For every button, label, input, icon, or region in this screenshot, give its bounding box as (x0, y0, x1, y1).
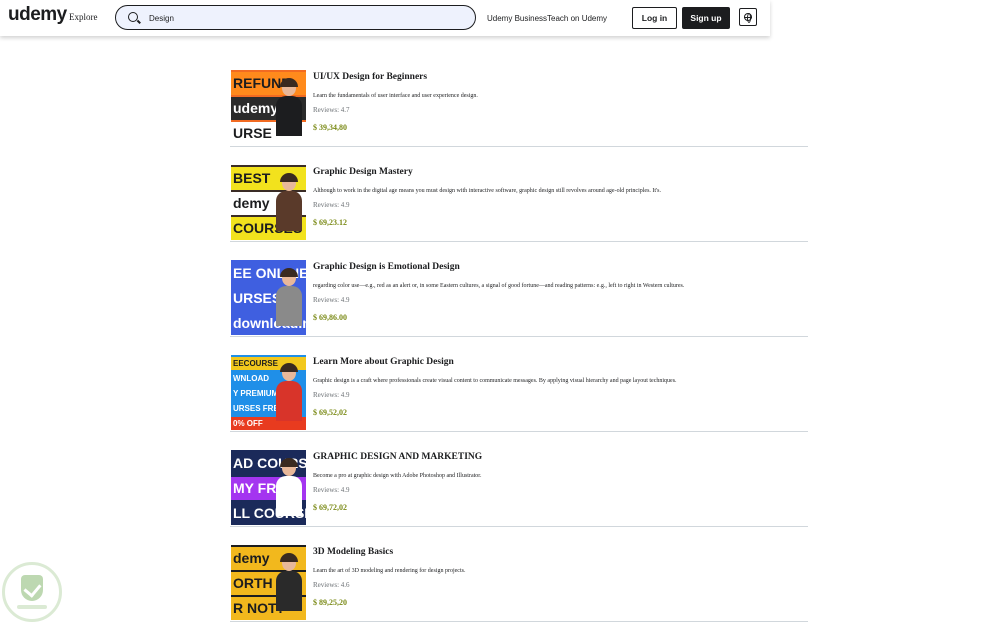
course-info: Graphic Design Mastery Although to work i… (313, 163, 808, 228)
instructor-photo (274, 78, 304, 136)
course-info: Learn More about Graphic Design Graphic d… (313, 353, 808, 418)
watermark-text-mark (17, 605, 47, 609)
course-title[interactable]: Graphic Design Mastery (313, 166, 808, 178)
course-title[interactable]: Learn More about Graphic Design (313, 356, 808, 368)
instructor-photo (274, 458, 304, 516)
search-bar[interactable] (115, 5, 476, 30)
udemy-business-link[interactable]: Udemy Business (487, 14, 547, 23)
course-reviews: Reviews: 4.9 (313, 391, 350, 399)
explore-link[interactable]: Explore (69, 12, 98, 22)
course-reviews: Reviews: 4.7 (313, 106, 350, 114)
course-thumbnail[interactable]: EECOURSE WNLOAD Y PREMIUM URSES FREE 0% OFF (231, 355, 306, 430)
course-thumbnail[interactable]: demy ORTH IT R NOT? (231, 545, 306, 620)
course-thumbnail[interactable]: BEST demy COURSES (231, 165, 306, 240)
top-header: udemy Explore Udemy Business Teach on Ud… (0, 0, 770, 36)
course-price: $ 69,86.00 (313, 313, 347, 322)
course-info: 3D Modeling Basics Learn the art of 3D mo… (313, 543, 808, 608)
teach-on-udemy-link[interactable]: Teach on Udemy (547, 14, 607, 23)
course-reviews: Reviews: 4.9 (313, 296, 350, 304)
course-list: REFUND udemy URSE UI/UX Design for Beginner… (230, 68, 808, 638)
course-price: $ 69,52,02 (313, 408, 347, 417)
instructor-photo (274, 363, 304, 421)
instructor-photo (274, 173, 304, 231)
course-title[interactable]: 3D Modeling Basics (313, 546, 808, 558)
course-description: Become a pro at graphic design with Adob… (313, 473, 482, 479)
course-card[interactable]: EECOURSE WNLOAD Y PREMIUM URSES FREE 0% OFF L… (230, 353, 808, 432)
course-price: $ 39,34,80 (313, 123, 347, 132)
udemy-logo[interactable]: udemy (8, 4, 67, 26)
course-description: regarding color use—e.g., red as an aler… (313, 283, 685, 289)
search-icon[interactable] (128, 12, 138, 22)
course-title[interactable]: Graphic Design is Emotional Design (313, 261, 808, 273)
course-description: Graphic design is a craft where professi… (313, 378, 677, 384)
course-info: UI/UX Design for Beginners Learn the fund… (313, 68, 808, 133)
course-reviews: Reviews: 4.9 (313, 486, 350, 494)
shield-icon (21, 575, 43, 601)
course-reviews: Reviews: 4.9 (313, 201, 350, 209)
course-description: Learn the fundamentals of user interface… (313, 93, 478, 99)
watermark-logo (2, 562, 62, 622)
signup-button[interactable]: Sign up (682, 7, 730, 29)
course-card[interactable]: demy ORTH IT R NOT? 3D Modeling Basics Learn… (230, 543, 808, 622)
course-thumbnail[interactable]: AD COURSES ONMY FREELL COURSES (231, 450, 306, 525)
course-card[interactable]: EE ONLINEURSESdownload.netGraphic Design… (230, 258, 808, 337)
instructor-photo (274, 268, 304, 326)
course-reviews: Reviews: 4.6 (313, 581, 350, 589)
language-button[interactable] (739, 8, 757, 26)
course-price: $ 69,23.12 (313, 218, 347, 227)
course-thumbnail[interactable]: REFUND udemy URSE (231, 70, 306, 145)
course-description: Learn the art of 3D modeling and renderi… (313, 568, 466, 574)
course-price: $ 69,72,02 (313, 503, 347, 512)
course-info: Graphic Design is Emotional Design regard… (313, 258, 808, 323)
course-thumbnail[interactable]: EE ONLINEURSESdownload.net (231, 260, 306, 335)
course-info: GRAPHIC DESIGN AND MARKETING Become a pro… (313, 448, 808, 513)
search-input[interactable] (149, 10, 449, 26)
login-button[interactable]: Log in (632, 7, 677, 29)
course-card[interactable]: REFUND udemy URSE UI/UX Design for Beginner… (230, 68, 808, 147)
course-title[interactable]: GRAPHIC DESIGN AND MARKETING (313, 451, 808, 463)
course-price: $ 89,25,20 (313, 598, 347, 607)
course-card[interactable]: AD COURSES ONMY FREELL COURSESGRAPHIC DE… (230, 448, 808, 527)
course-title[interactable]: UI/UX Design for Beginners (313, 71, 808, 83)
course-description: Although to work in the digital age mean… (313, 188, 662, 194)
instructor-photo (274, 553, 304, 611)
globe-icon (744, 13, 752, 23)
course-card[interactable]: BEST demy COURSES Graphic Design Mastery Alt… (230, 163, 808, 242)
